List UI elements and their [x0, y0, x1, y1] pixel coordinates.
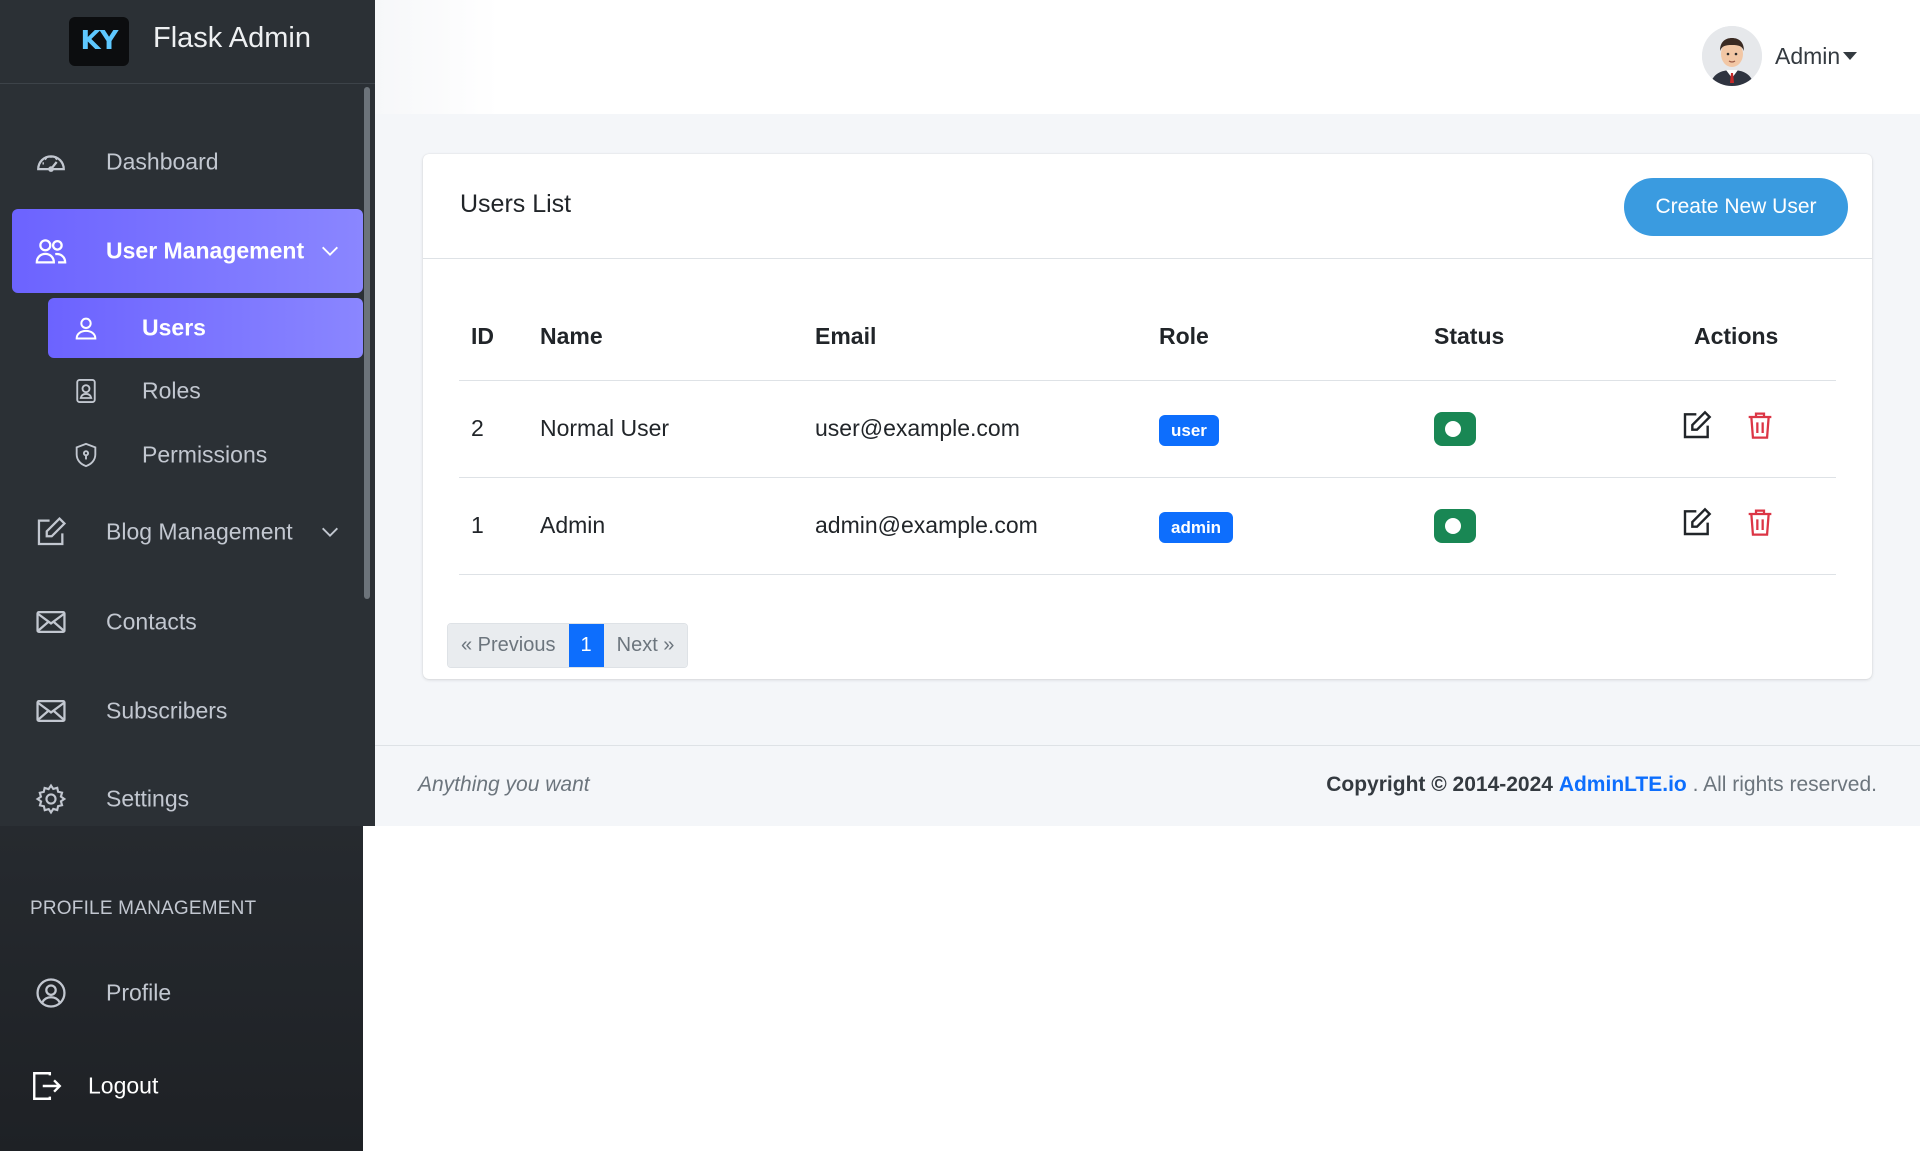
sidebar-subitem-label: Users — [142, 314, 206, 341]
column-header-id: ID — [471, 323, 494, 349]
avatar[interactable] — [1702, 26, 1762, 86]
cell-id: 1 — [471, 512, 484, 538]
sidebar-item-dashboard[interactable]: Dashboard — [12, 122, 363, 202]
sidebar: KY Flask Admin Dashboard User Management… — [0, 0, 375, 826]
brand-title[interactable]: Flask Admin — [153, 22, 311, 55]
edit-icon[interactable] — [1681, 506, 1713, 538]
pagination-previous[interactable]: « Previous — [448, 624, 569, 667]
sidebar-item-label: Blog Management — [106, 518, 293, 545]
trash-icon[interactable] — [1744, 409, 1776, 441]
sidebar-item-contacts[interactable]: Contacts — [12, 582, 363, 662]
chevron-down-icon[interactable] — [319, 521, 341, 543]
table-divider — [459, 380, 1836, 381]
sidebar-item-subscribers[interactable]: Subscribers — [12, 671, 363, 751]
chevron-down-icon[interactable] — [319, 240, 341, 262]
sidebar-subitem-roles[interactable]: Roles — [48, 361, 363, 421]
sidebar-item-blog-management[interactable]: Blog Management — [12, 492, 363, 572]
sidebar-item-profile[interactable]: Profile — [0, 953, 363, 1033]
user-circle-icon — [36, 978, 66, 1008]
sidebar-subitem-users[interactable]: Users — [48, 298, 363, 358]
sidebar-item-label: Logout — [88, 1072, 159, 1099]
cell-name: Admin — [540, 512, 606, 538]
sidebar-subitem-permissions[interactable]: Permissions — [48, 425, 363, 485]
user-icon — [75, 317, 97, 340]
trash-icon[interactable] — [1744, 506, 1776, 538]
sidebar-subitem-label: Roles — [142, 377, 201, 404]
sidebar-item-label: Settings — [106, 785, 190, 812]
edit-icon[interactable] — [1681, 409, 1713, 441]
table-divider — [459, 574, 1836, 575]
column-header-role: Role — [1159, 323, 1209, 349]
cell-email: admin@example.com — [815, 512, 1038, 538]
sidebar-scrollbar[interactable] — [364, 87, 370, 599]
envelope-icon — [36, 610, 66, 634]
card-header: Users List Create New User — [423, 154, 1872, 259]
pagination: « Previous 1 Next » — [447, 623, 689, 668]
users-icon — [35, 239, 67, 264]
cell-name: Normal User — [540, 415, 670, 441]
column-header-actions: Actions — [1694, 323, 1779, 349]
footer-tagline: Anything you want — [418, 773, 590, 796]
column-header-name: Name — [540, 323, 603, 349]
footer-copyright: Copyright © 2014-2024 AdminLTE.io . All … — [1326, 773, 1877, 797]
gauge-icon — [37, 155, 65, 172]
user-menu-name[interactable]: Admin — [1775, 43, 1840, 70]
sidebar-item-logout[interactable]: Logout — [0, 1046, 363, 1126]
topbar: Admin — [375, 0, 1920, 114]
envelope-icon — [36, 699, 66, 723]
sidebar-item-label: Contacts — [106, 608, 197, 635]
section-header: PROFILE MANAGEMENT — [30, 898, 257, 919]
pagination-next[interactable]: Next » — [603, 624, 688, 667]
shield-icon — [75, 442, 97, 468]
role-badge: user — [1159, 415, 1219, 446]
pagination-page-1[interactable]: 1 — [568, 624, 604, 667]
card-title: Users List — [460, 190, 572, 218]
sidebar-lower: PROFILE MANAGEMENT Profile Logout — [0, 826, 363, 1151]
avatar-image — [1702, 26, 1762, 86]
brand[interactable]: KY Flask Admin — [0, 0, 375, 84]
footer: Anything you want Copyright © 2014-2024 … — [375, 745, 1920, 826]
adminlte-link[interactable]: AdminLTE.io — [1559, 773, 1687, 796]
table-divider — [459, 477, 1836, 478]
sidebar-item-user-management[interactable]: User Management — [12, 209, 363, 293]
rights-text: . All rights reserved. — [1692, 773, 1877, 796]
logout-icon — [33, 1072, 62, 1100]
edit-icon — [37, 516, 67, 546]
id-badge-icon — [76, 378, 96, 404]
copyright-text: Copyright © 2014-2024 — [1326, 773, 1553, 796]
status-toggle[interactable] — [1434, 412, 1476, 446]
create-new-user-button[interactable]: Create New User — [1624, 178, 1848, 236]
sidebar-item-label: Dashboard — [106, 148, 219, 175]
sidebar-item-label: Subscribers — [106, 697, 228, 724]
cell-id: 2 — [471, 415, 484, 441]
gear-icon — [35, 783, 67, 815]
column-header-email: Email — [815, 323, 877, 349]
caret-down-icon[interactable] — [1843, 52, 1857, 60]
sidebar-item-label: User Management — [106, 237, 305, 264]
status-toggle[interactable] — [1434, 509, 1476, 543]
column-header-status: Status — [1434, 323, 1505, 349]
brand-logo[interactable]: KY — [69, 17, 129, 66]
sidebar-subitem-label: Permissions — [142, 441, 268, 468]
sidebar-item-label: Profile — [106, 979, 172, 1006]
role-badge: admin — [1159, 512, 1234, 543]
cell-email: user@example.com — [815, 415, 1020, 441]
